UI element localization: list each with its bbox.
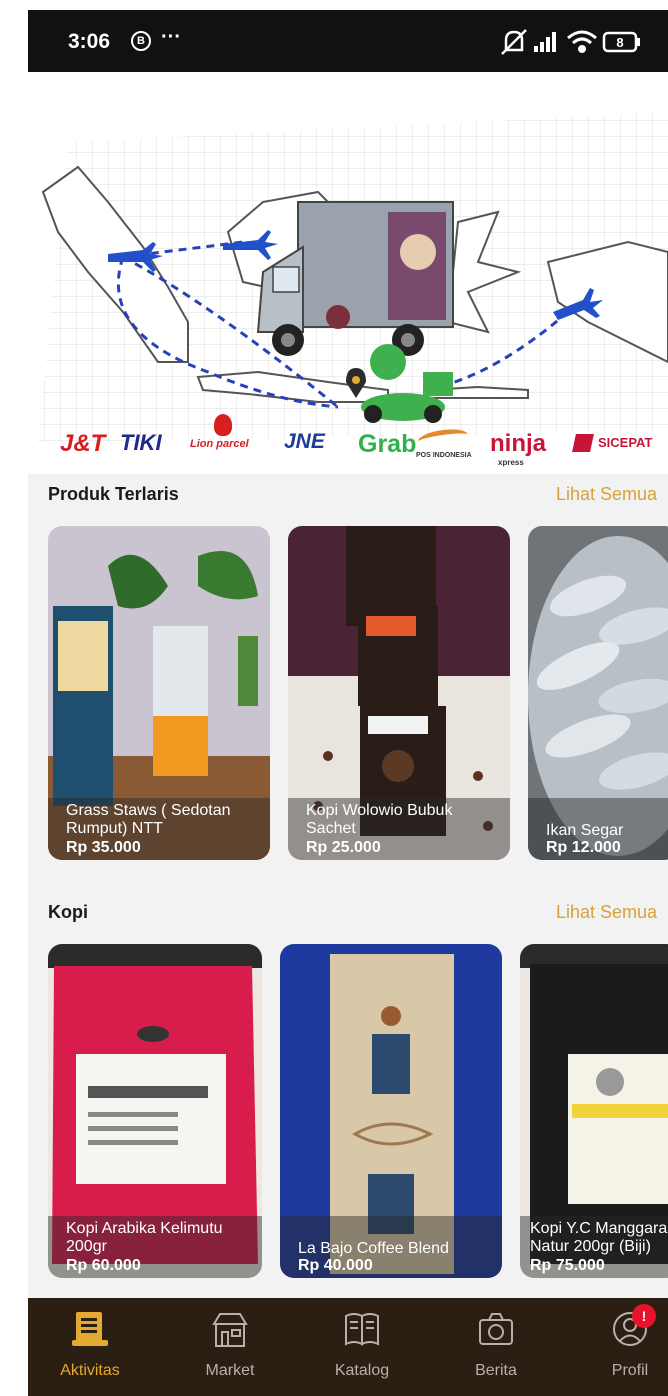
more-notifications-icon: ···	[161, 26, 181, 48]
product-price: Rp 35.000	[66, 839, 141, 856]
nav-katalog[interactable]: Katalog	[302, 1298, 422, 1396]
product-price: Rp 12.000	[546, 839, 621, 856]
phone-screen: 3:06 B ··· 8 J&T TIKI Lion parcel JNE Gr…	[28, 10, 668, 1396]
product-name: La Bajo Coffee Blend	[298, 1240, 449, 1257]
product-caption: Ikan Segar Rp 12.000	[528, 798, 668, 860]
ninja-xpress-logo: ninja	[490, 430, 547, 457]
best-sellers-header: Produk Terlaris Lihat Semua	[28, 482, 668, 512]
tiki-logo: TIKI	[120, 430, 162, 455]
status-icons: 8	[501, 29, 640, 55]
see-all-link[interactable]: Lihat Semua	[556, 902, 657, 923]
coffee-header: Kopi Lihat Semua	[28, 900, 668, 930]
see-all-link[interactable]: Lihat Semua	[556, 484, 657, 505]
pos-indonesia-logo: POS INDONESIA	[416, 452, 472, 459]
bottom-navigation: Aktivitas Market Katalog Berita ! Profil	[28, 1298, 668, 1396]
product-card[interactable]: Grass Staws ( Sedotan Rumput) NTT Rp 35.…	[48, 526, 270, 860]
nav-label: Katalog	[334, 1362, 390, 1379]
ninja-xpress-sub: xpress	[498, 458, 524, 467]
lion-parcel-icon	[214, 414, 232, 436]
nav-berita[interactable]: Berita	[436, 1298, 556, 1396]
battery-level: 8	[616, 35, 623, 50]
camera-icon	[479, 1313, 513, 1345]
book-icon	[345, 1313, 379, 1346]
product-card[interactable]: La Bajo Coffee Blend Rp 40.000	[280, 944, 502, 1278]
product-caption: Kopi Wolowio Bubuk Sachet Rp 25.000	[288, 798, 510, 860]
notification-icon: B	[131, 31, 151, 51]
nav-market[interactable]: Market	[170, 1298, 290, 1396]
product-caption: Kopi Y.C Manggarai Natur 200gr (Biji) Rp…	[520, 1216, 668, 1278]
product-price: Rp 40.000	[298, 1257, 373, 1274]
jne-logo: JNE	[284, 430, 325, 453]
product-card[interactable]: Ikan Segar Rp 12.000	[528, 526, 668, 860]
product-caption: Kopi Arabika Kelimutu 200gr Rp 60.000	[48, 1216, 262, 1278]
product-caption: La Bajo Coffee Blend Rp 40.000	[280, 1216, 502, 1278]
product-price: Rp 75.000	[530, 1257, 605, 1274]
product-name: Ikan Segar	[546, 822, 624, 839]
product-name: Grass Staws ( Sedotan Rumput) NTT	[66, 802, 231, 837]
section-title: Kopi	[48, 902, 88, 922]
nav-profil[interactable]: ! Profil	[570, 1298, 668, 1396]
market-icon	[212, 1313, 248, 1347]
product-name: Kopi Wolowio Bubuk Sachet	[306, 802, 453, 837]
delivery-banner[interactable]: J&T TIKI Lion parcel JNE Grab POS INDONE…	[28, 72, 668, 474]
product-price: Rp 60.000	[66, 1257, 141, 1274]
product-caption: Grass Staws ( Sedotan Rumput) NTT Rp 35.…	[48, 798, 270, 860]
product-card[interactable]: Kopi Y.C Manggarai Natur 200gr (Biji) Rp…	[520, 944, 668, 1278]
nav-label: Market	[205, 1362, 255, 1379]
newspaper-icon	[72, 1312, 108, 1346]
notification-badge: !	[632, 1304, 656, 1328]
status-bar: 3:06 B ··· 8	[28, 10, 668, 72]
product-price: Rp 25.000	[306, 839, 381, 856]
nav-aktivitas[interactable]: Aktivitas	[30, 1298, 150, 1396]
nav-label: Berita	[475, 1362, 517, 1379]
product-name: Kopi Arabika Kelimutu 200gr	[66, 1220, 223, 1255]
courier-logos: J&T TIKI Lion parcel JNE Grab POS INDONE…	[28, 414, 668, 474]
battery-icon: 8	[602, 31, 640, 53]
sicepat-icon	[572, 434, 594, 452]
sicepat-logo: SICEPAT	[598, 435, 653, 450]
status-time: 3:06	[68, 30, 111, 53]
nav-label: Aktivitas	[60, 1362, 120, 1379]
lion-parcel-logo: Lion parcel	[190, 438, 249, 450]
jnt-logo: J&T	[60, 430, 106, 457]
product-card[interactable]: Kopi Wolowio Bubuk Sachet Rp 25.000	[288, 526, 510, 860]
product-card[interactable]: Kopi Arabika Kelimutu 200gr Rp 60.000	[48, 944, 262, 1278]
product-name: Kopi Y.C Manggarai Natur 200gr (Biji)	[530, 1220, 668, 1255]
pos-indonesia-icon	[417, 426, 469, 450]
wifi-icon	[567, 30, 597, 53]
mute-icon	[501, 29, 527, 55]
nav-label: Profil	[611, 1362, 649, 1379]
signal-icon	[534, 32, 556, 52]
section-title: Produk Terlaris	[48, 484, 179, 504]
grab-logo: Grab	[358, 430, 417, 458]
